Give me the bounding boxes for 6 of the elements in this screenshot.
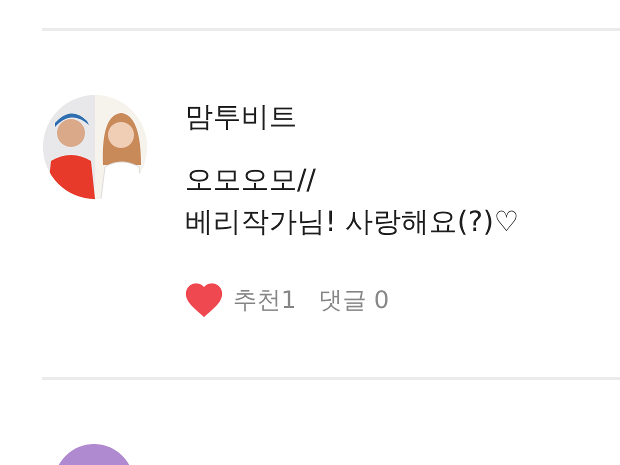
reply-count[interactable]: 댓글 0 (318, 284, 390, 316)
author-name: 맘투비트 (185, 99, 298, 135)
like-count: 추천 1 (233, 285, 296, 316)
comment-text: 오모오모// (185, 162, 317, 198)
heart-icon[interactable] (185, 283, 223, 317)
comment-text: 베리작가님! 사랑해요(?)♡ (185, 204, 519, 240)
